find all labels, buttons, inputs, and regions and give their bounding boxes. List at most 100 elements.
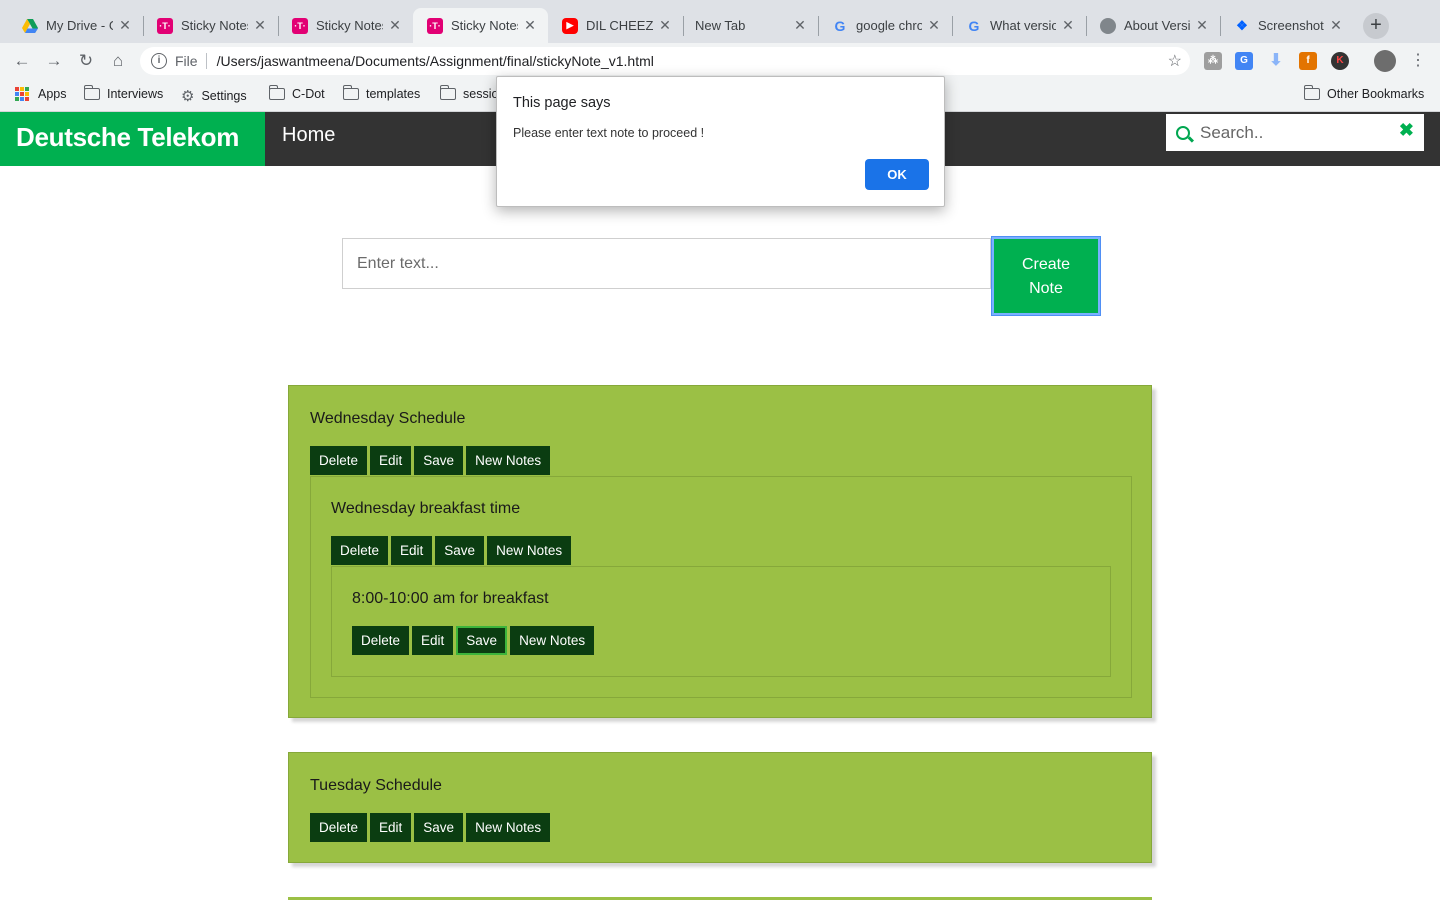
bookmark-templates[interactable]: templates — [342, 85, 420, 101]
edit-button[interactable]: Edit — [370, 446, 412, 475]
tab-sticky-notes-active[interactable]: ·T· Sticky Notes ✕ — [413, 8, 548, 43]
globe-icon — [1100, 17, 1116, 34]
bookmark-apps[interactable]: Apps — [15, 87, 67, 101]
search-input[interactable] — [1200, 122, 1390, 143]
nav-home-link[interactable]: Home — [282, 112, 335, 166]
note-actions: Delete Edit Save New Notes — [331, 536, 572, 565]
translate-icon[interactable]: G — [1235, 52, 1253, 70]
tab-screenshot[interactable]: ❖ Screenshot ✕ — [1220, 8, 1354, 43]
google-icon: G — [834, 17, 846, 34]
note-actions: Delete Edit Save New Notes — [310, 813, 551, 842]
save-button[interactable]: Save — [414, 813, 464, 842]
new-notes-button[interactable]: New Notes — [510, 626, 595, 655]
note-text: Tuesday Schedule — [310, 777, 442, 794]
folder-icon — [1303, 85, 1320, 100]
clear-search-icon[interactable]: ✖ — [1399, 120, 1414, 141]
new-notes-button[interactable]: New Notes — [466, 813, 551, 842]
delete-button[interactable]: Delete — [352, 626, 410, 655]
new-notes-button[interactable]: New Notes — [487, 536, 572, 565]
tab-sticky-notes-2[interactable]: ·T· Sticky Notes ✕ — [278, 8, 413, 43]
alert-dialog: This page says Please enter text note to… — [496, 76, 945, 207]
note-text: Wednesday Schedule — [310, 410, 466, 427]
note-actions: Delete Edit Save New Notes — [352, 626, 595, 655]
sub-note-card: Wednesday breakfast time Delete Edit Sav… — [310, 476, 1132, 698]
tab-youtube[interactable]: ▶ DIL CHEEZ T ✕ — [548, 8, 683, 43]
close-icon[interactable]: ✕ — [387, 17, 403, 34]
address-bar[interactable]: i File /Users/jaswantmeena/Documents/Ass… — [140, 47, 1190, 75]
dialog-title: This page says — [513, 95, 611, 111]
bookmark-sessions[interactable]: sessio — [439, 85, 498, 101]
search-icon — [1176, 125, 1190, 140]
extension-k-icon[interactable]: K — [1331, 52, 1349, 70]
tab-google-chrome[interactable]: G google chro ✕ — [818, 8, 952, 43]
save-button[interactable]: Save — [435, 536, 485, 565]
create-note-button[interactable]: Create Note — [992, 237, 1100, 315]
apps-grid-icon — [15, 87, 29, 101]
note-actions: Delete Edit Save New Notes — [310, 446, 551, 475]
tab-my-drive[interactable]: My Drive - G ✕ — [8, 8, 143, 43]
forward-icon[interactable]: → — [42, 49, 66, 73]
close-icon[interactable]: ✕ — [252, 17, 268, 34]
sub-note-card: 8:00-10:00 am for breakfast Delete Edit … — [331, 566, 1111, 677]
url-text: /Users/jaswantmeena/Documents/Assignment… — [216, 53, 654, 69]
close-icon[interactable]: ✕ — [522, 17, 538, 34]
close-icon[interactable]: ✕ — [1060, 17, 1076, 34]
close-icon[interactable]: ✕ — [1194, 17, 1210, 34]
search-box: ✖ — [1166, 114, 1424, 151]
google-drive-icon — [22, 18, 38, 34]
save-button[interactable]: Save — [456, 626, 508, 655]
google-icon: G — [968, 17, 980, 34]
folder-icon — [83, 85, 100, 100]
delete-button[interactable]: Delete — [310, 813, 368, 842]
menu-kebab-icon[interactable]: ⋮ — [1406, 49, 1430, 73]
ok-button[interactable]: OK — [865, 159, 929, 190]
telekom-icon: ·T· — [292, 17, 308, 34]
close-icon[interactable]: ✕ — [117, 17, 133, 34]
telekom-icon: ·T· — [157, 17, 173, 34]
info-icon[interactable]: i — [151, 53, 167, 69]
delete-button[interactable]: Delete — [331, 536, 389, 565]
note-text: Wednesday breakfast time — [331, 500, 521, 517]
browser-tab-strip: My Drive - G ✕ ·T· Sticky Notes ✕ ·T· St… — [0, 0, 1440, 43]
close-icon[interactable]: ✕ — [926, 17, 942, 34]
note-card: Wednesday Schedule Delete Edit Save New … — [288, 385, 1152, 718]
close-icon[interactable]: ✕ — [1328, 17, 1344, 34]
gear-icon: ⚙ — [181, 88, 195, 105]
extension-puzzle-icon[interactable]: ⁂ — [1204, 52, 1222, 70]
brand-logo[interactable]: Deutsche Telekom — [0, 112, 265, 166]
folder-icon — [342, 85, 359, 100]
delete-button[interactable]: Delete — [310, 446, 368, 475]
bookmark-star-icon[interactable]: ☆ — [1168, 51, 1182, 71]
bookmark-settings[interactable]: ⚙ Settings — [181, 87, 247, 105]
folder-icon — [439, 85, 456, 100]
youtube-icon: ▶ — [562, 17, 578, 34]
tab-what-version[interactable]: G What versio ✕ — [952, 8, 1086, 43]
back-icon[interactable]: ← — [10, 49, 34, 73]
profile-avatar[interactable] — [1374, 50, 1396, 72]
reload-icon[interactable]: ↻ — [74, 49, 98, 73]
url-scheme: File — [175, 53, 207, 69]
edit-button[interactable]: Edit — [391, 536, 433, 565]
tab-new-tab[interactable]: New Tab ✕ — [683, 8, 818, 43]
home-icon[interactable]: ⌂ — [106, 49, 130, 73]
bookmark-other[interactable]: Other Bookmarks — [1303, 85, 1424, 101]
bookmark-c-dot[interactable]: C-Dot — [268, 85, 325, 101]
folder-icon — [268, 85, 285, 100]
edit-button[interactable]: Edit — [412, 626, 454, 655]
close-icon[interactable]: ✕ — [657, 17, 673, 34]
telekom-icon: ·T· — [427, 17, 443, 34]
tab-about-version[interactable]: About Versi ✕ — [1086, 8, 1220, 43]
close-icon[interactable]: ✕ — [792, 17, 808, 34]
tab-sticky-notes-1[interactable]: ·T· Sticky Notes ✕ — [143, 8, 278, 43]
save-button[interactable]: Save — [414, 446, 464, 475]
new-tab-button[interactable]: + — [1363, 13, 1389, 39]
download-icon[interactable]: ⬇ — [1267, 52, 1285, 70]
edit-button[interactable]: Edit — [370, 813, 412, 842]
note-text: 8:00-10:00 am for breakfast — [352, 590, 549, 607]
browser-toolbar: ← → ↻ ⌂ i File /Users/jaswantmeena/Docum… — [0, 43, 1440, 79]
new-notes-button[interactable]: New Notes — [466, 446, 551, 475]
dialog-message: Please enter text note to proceed ! — [513, 126, 705, 140]
extension-f-icon[interactable]: f — [1299, 52, 1317, 70]
bookmark-interviews[interactable]: Interviews — [83, 85, 163, 101]
note-text-input[interactable] — [342, 238, 991, 289]
